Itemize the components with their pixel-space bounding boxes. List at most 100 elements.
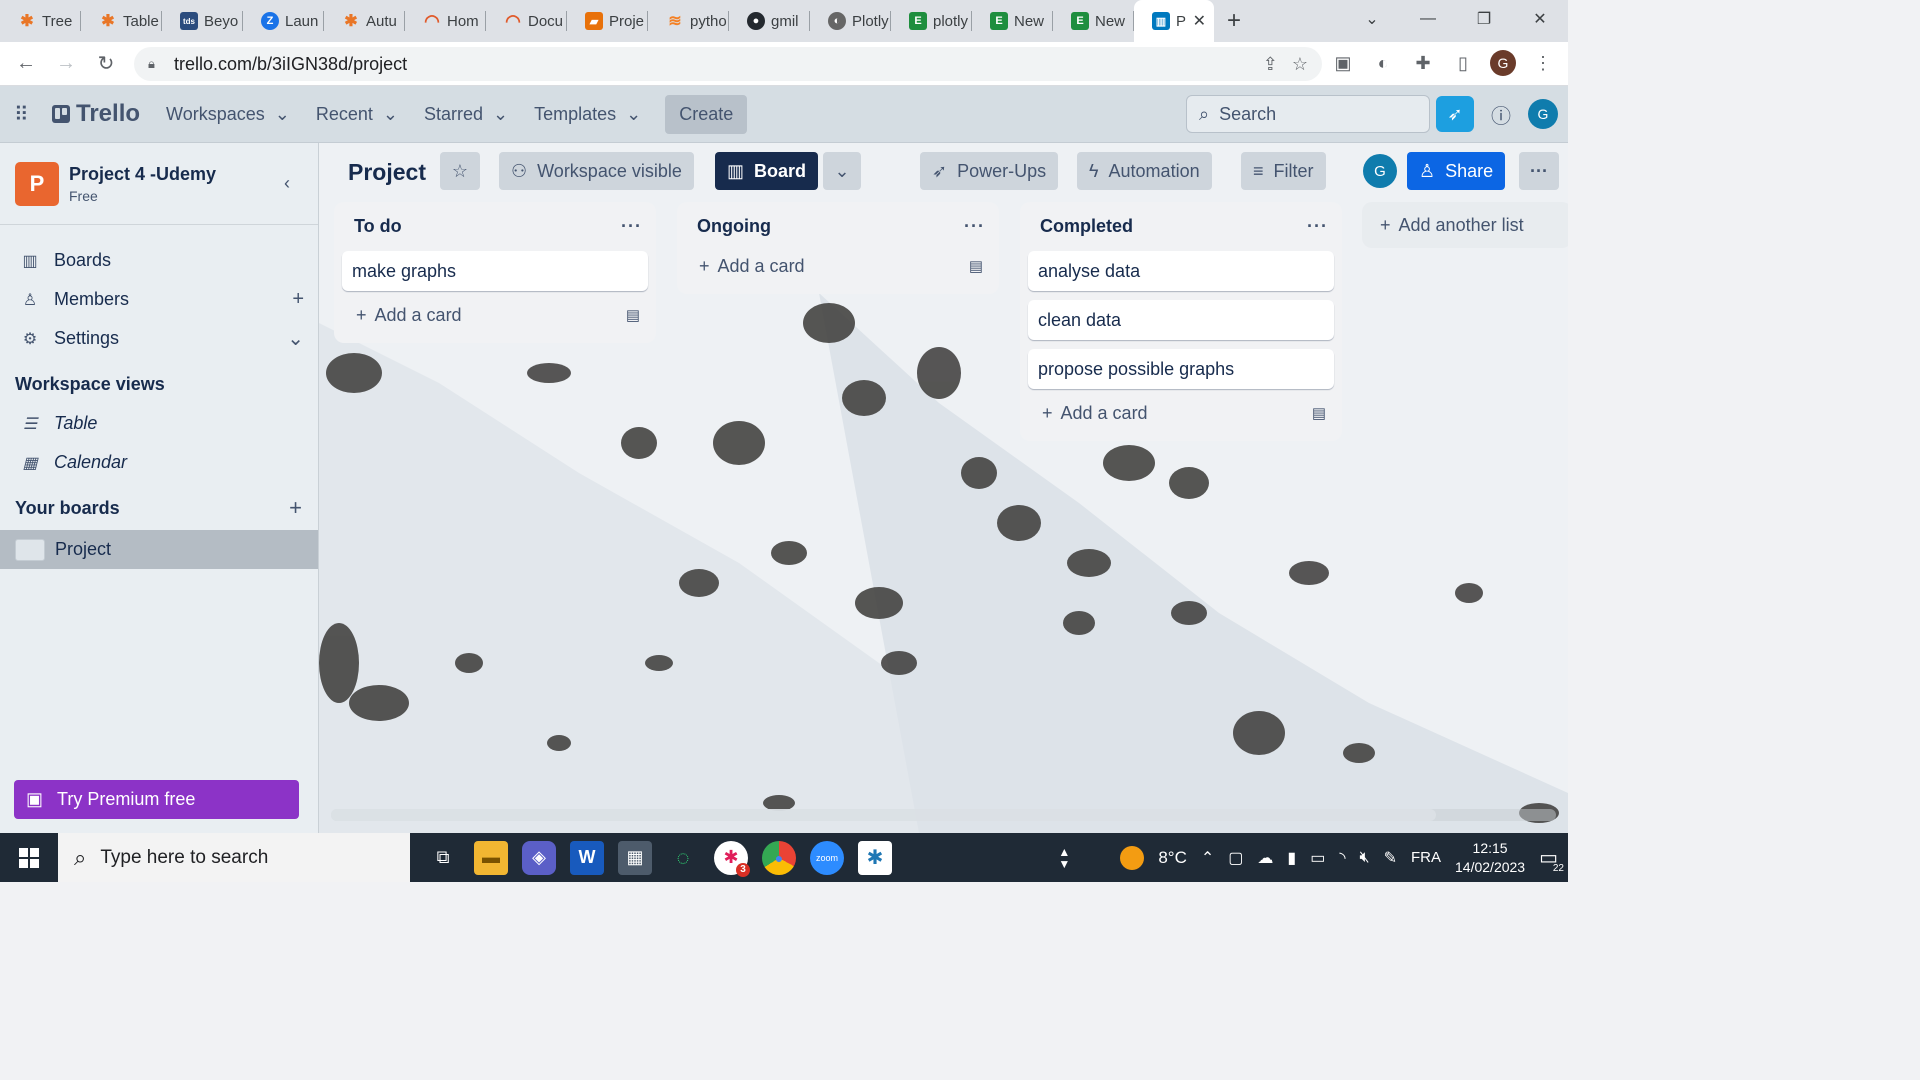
- close-window-icon[interactable]: ✕: [1512, 0, 1568, 38]
- reload-icon[interactable]: ↻: [86, 51, 126, 76]
- card[interactable]: make graphs: [342, 251, 648, 291]
- forward-icon[interactable]: →: [46, 52, 86, 75]
- try-premium-button[interactable]: ▣ Try Premium free: [14, 780, 299, 819]
- zoom-icon[interactable]: zoom: [810, 840, 844, 875]
- browser-tab[interactable]: ◐ Plotly: [810, 0, 891, 42]
- chevron-up-icon[interactable]: ⌃: [1201, 848, 1214, 868]
- taskbar-search[interactable]: ⌕ Type here to search: [58, 833, 410, 882]
- browser-tab[interactable]: Eplotly: [891, 0, 972, 42]
- pen-icon[interactable]: ✎: [1384, 848, 1397, 868]
- list-menu-icon[interactable]: ···: [621, 216, 642, 237]
- card[interactable]: clean data: [1028, 300, 1334, 340]
- list-header[interactable]: To do ···: [342, 210, 648, 242]
- bookmark-star-icon[interactable]: ☆: [1292, 54, 1308, 75]
- new-tab-button[interactable]: +: [1214, 7, 1254, 35]
- calculator-icon[interactable]: ▦: [618, 840, 652, 875]
- browser-tab[interactable]: ✱ Tree: [0, 0, 81, 42]
- add-card-button[interactable]: + Add a card ▤: [342, 295, 648, 335]
- card-template-icon[interactable]: ▤: [969, 257, 983, 275]
- create-button[interactable]: Create: [665, 94, 748, 134]
- app-switcher-icon[interactable]: ⠿: [14, 102, 38, 127]
- add-card-button[interactable]: + Add a card ▤: [1028, 393, 1334, 433]
- visibility-button[interactable]: ⚇ Workspace visible: [499, 152, 694, 190]
- add-card-button[interactable]: + Add a card ▤: [685, 246, 991, 286]
- sidebar-item-members[interactable]: ♙ Members +: [0, 280, 318, 319]
- add-board-icon[interactable]: +: [289, 495, 302, 521]
- sidebar-item-boards[interactable]: ▥ Boards: [0, 241, 318, 280]
- list-header[interactable]: Completed ···: [1028, 210, 1334, 242]
- board-title[interactable]: Project: [348, 159, 426, 186]
- kebab-menu-icon[interactable]: ⋮: [1530, 50, 1556, 76]
- sidebar-item-settings[interactable]: ⚙ Settings ⌄: [0, 319, 318, 358]
- trello-logo[interactable]: Trello: [52, 100, 140, 128]
- windows-start-button[interactable]: [0, 847, 58, 868]
- member-avatar[interactable]: G: [1363, 154, 1397, 188]
- dark-mode-icon[interactable]: ◐: [1370, 50, 1396, 76]
- automation-button[interactable]: ϟ Automation: [1077, 152, 1212, 190]
- weather-sun-icon[interactable]: [1120, 845, 1145, 870]
- search-input[interactable]: ⌕ Search: [1186, 95, 1430, 133]
- clock[interactable]: 12:15 14/02/2023: [1455, 839, 1525, 877]
- recent-menu[interactable]: Recent ⌄: [306, 96, 408, 133]
- sidepanel-icon[interactable]: ▯: [1450, 50, 1476, 76]
- help-icon[interactable]: ⓘ: [1486, 100, 1516, 129]
- card[interactable]: analyse data: [1028, 251, 1334, 291]
- templates-menu[interactable]: Templates ⌄: [524, 96, 651, 133]
- add-list-button[interactable]: + Add another list: [1362, 202, 1568, 248]
- starred-menu[interactable]: Starred ⌄: [414, 96, 518, 133]
- language-indicator[interactable]: FRA: [1411, 849, 1441, 866]
- card-template-icon[interactable]: ▤: [626, 306, 640, 324]
- tableau-icon[interactable]: ✱: [858, 840, 892, 875]
- board-view-button[interactable]: ▥ Board: [715, 152, 819, 190]
- browser-tab-active[interactable]: ▥ P ✕: [1134, 0, 1214, 42]
- browser-tab[interactable]: ◠ Docu: [486, 0, 567, 42]
- board-horizontal-scrollbar[interactable]: [331, 809, 1556, 821]
- browser-tab[interactable]: ✱ Autu: [324, 0, 405, 42]
- list-header[interactable]: Ongoing ···: [685, 210, 991, 242]
- onedrive-icon[interactable]: ☁: [1257, 848, 1273, 868]
- browser-tab[interactable]: ● gmil: [729, 0, 810, 42]
- board-menu-button[interactable]: ···: [1519, 152, 1559, 190]
- workspace-name[interactable]: Project 4 -Udemy: [69, 164, 216, 185]
- browser-tab[interactable]: ≋ pytho: [648, 0, 729, 42]
- url-field[interactable]: 🔒︎ trello.com/b/3iIGN38d/project ⇪ ☆: [134, 47, 1322, 81]
- sidebar-item-calendar[interactable]: ▦ Calendar: [0, 443, 318, 482]
- weather-temp[interactable]: 8°C: [1158, 848, 1187, 868]
- notification-center-icon[interactable]: ▭ 22: [1539, 845, 1564, 874]
- card[interactable]: propose possible graphs: [1028, 349, 1334, 389]
- add-member-icon[interactable]: +: [292, 288, 304, 311]
- sync-icon[interactable]: ◌: [666, 841, 700, 875]
- meet-icon[interactable]: ▢: [1228, 848, 1243, 868]
- share-button[interactable]: ♙ Share: [1407, 152, 1506, 190]
- profile-avatar[interactable]: G: [1490, 50, 1516, 76]
- browser-tab[interactable]: E New: [1053, 0, 1134, 42]
- battery-icon[interactable]: ▭: [1310, 848, 1325, 868]
- task-view-icon[interactable]: ⧉: [426, 841, 460, 875]
- scroll-arrows-icon[interactable]: ▲ ▼: [1058, 846, 1070, 870]
- collapse-sidebar-icon[interactable]: ‹: [284, 173, 290, 194]
- tab-search-icon[interactable]: ⌄: [1344, 0, 1400, 38]
- browser-tab[interactable]: Z Laun: [243, 0, 324, 42]
- browser-tab[interactable]: ▰ Proje: [567, 0, 648, 42]
- browser-tab[interactable]: ◠ Hom: [405, 0, 486, 42]
- restore-icon[interactable]: ❐: [1456, 0, 1512, 38]
- list-menu-icon[interactable]: ···: [1307, 216, 1328, 237]
- views-dropdown[interactable]: ⌄: [823, 152, 861, 190]
- word-icon[interactable]: W: [570, 840, 604, 875]
- share-page-icon[interactable]: ⇪: [1263, 54, 1278, 75]
- back-icon[interactable]: ←: [6, 52, 46, 75]
- account-avatar[interactable]: G: [1528, 99, 1558, 129]
- card-template-icon[interactable]: ▤: [1312, 404, 1326, 422]
- volume-muted-icon[interactable]: 🔇︎: [1360, 849, 1370, 867]
- file-explorer-icon[interactable]: ▬: [474, 840, 508, 875]
- workspaces-menu[interactable]: Workspaces ⌄: [156, 96, 300, 133]
- usb-icon[interactable]: ▮: [1287, 848, 1296, 868]
- copilot-icon[interactable]: ◈: [522, 840, 556, 875]
- scrollbar-thumb[interactable]: [331, 809, 1436, 821]
- star-board-button[interactable]: ☆: [440, 152, 480, 190]
- powerups-button[interactable]: ➶ Power-Ups: [920, 152, 1059, 190]
- chrome-icon[interactable]: ●: [762, 840, 796, 875]
- sidebar-item-board-project[interactable]: Project: [0, 530, 318, 569]
- browser-tab[interactable]: ✱ Table: [81, 0, 162, 42]
- list-menu-icon[interactable]: ···: [964, 216, 985, 237]
